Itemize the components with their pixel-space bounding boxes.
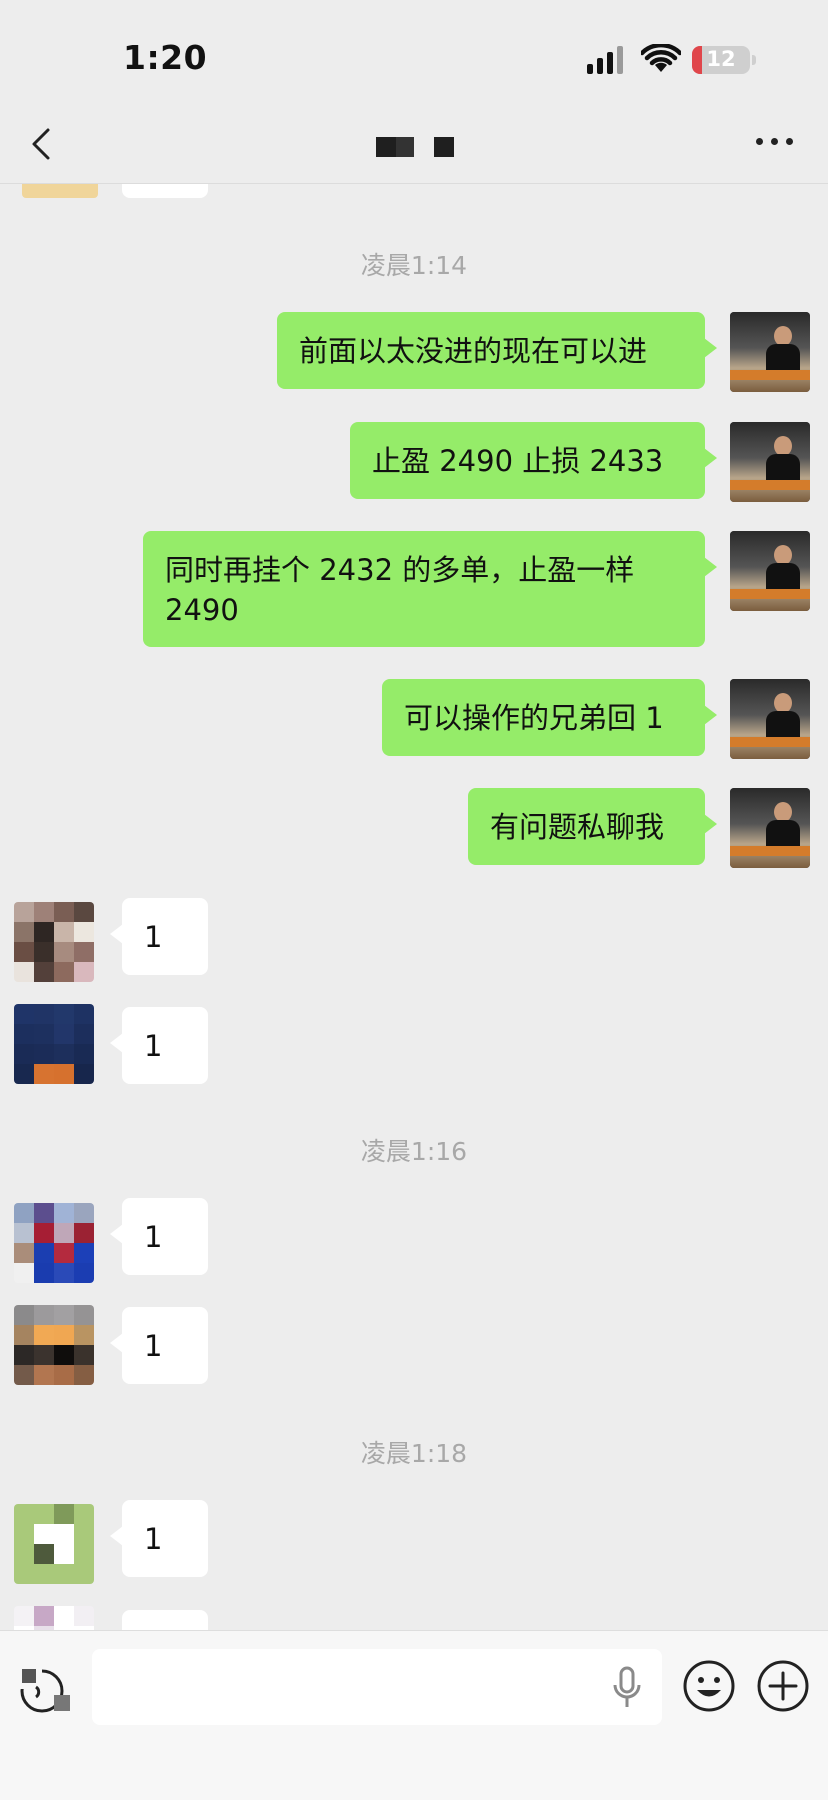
status-bar: 1:20 12	[0, 0, 828, 110]
avatar[interactable]	[14, 1004, 94, 1084]
my-avatar[interactable]	[730, 679, 810, 759]
avatar[interactable]	[14, 1606, 94, 1630]
timestamp: 凌晨1:16	[360, 1137, 468, 1166]
timestamp: 凌晨1:14	[360, 251, 468, 280]
message-input[interactable]	[92, 1649, 662, 1725]
avatar[interactable]	[14, 1305, 94, 1385]
outgoing-message[interactable]: 有问题私聊我	[468, 788, 717, 865]
avatar[interactable]	[14, 1203, 94, 1283]
message-list[interactable]: 凌晨1:14 前面以太没进的现在可以进 止盈 2490 止损 2433 同时再挂…	[0, 184, 828, 1630]
battery-indicator: 12	[692, 46, 750, 74]
voice-icon[interactable]	[14, 1661, 74, 1721]
incoming-message[interactable]: 1	[110, 1198, 208, 1275]
mic-icon[interactable]	[610, 1665, 644, 1711]
avatar[interactable]	[14, 1504, 94, 1584]
input-bar	[0, 1630, 828, 1800]
more-horizontal-icon[interactable]	[756, 138, 794, 150]
chat-title-redacted	[376, 137, 486, 159]
incoming-message[interactable]: 1	[110, 1307, 208, 1384]
plus-circle-icon[interactable]	[756, 1659, 810, 1713]
message-bubble-partial[interactable]	[122, 1610, 208, 1630]
wifi-icon	[641, 44, 681, 72]
my-avatar[interactable]	[730, 422, 810, 502]
outgoing-message[interactable]: 同时再挂个 2432 的多单，止盈一样 2490	[143, 531, 717, 647]
my-avatar[interactable]	[730, 312, 810, 392]
avatar[interactable]	[22, 184, 98, 198]
status-time: 1:20	[123, 38, 208, 77]
message-bubble-partial[interactable]	[122, 184, 208, 198]
battery-tip	[752, 55, 756, 65]
timestamp: 凌晨1:18	[360, 1439, 468, 1468]
cellular-signal-icon	[587, 46, 631, 74]
incoming-message[interactable]: 1	[110, 1500, 208, 1577]
incoming-message[interactable]: 1	[110, 898, 208, 975]
outgoing-message[interactable]: 可以操作的兄弟回 1	[382, 679, 717, 756]
avatar[interactable]	[14, 902, 94, 982]
battery-level: 12	[706, 47, 736, 71]
outgoing-message[interactable]: 前面以太没进的现在可以进	[277, 312, 717, 389]
incoming-message[interactable]: 1	[110, 1007, 208, 1084]
my-avatar[interactable]	[730, 788, 810, 868]
outgoing-message[interactable]: 止盈 2490 止损 2433	[350, 422, 717, 499]
my-avatar[interactable]	[730, 531, 810, 611]
chevron-left-icon[interactable]	[26, 124, 60, 164]
emoji-icon[interactable]	[682, 1659, 736, 1713]
chat-header	[0, 110, 828, 184]
